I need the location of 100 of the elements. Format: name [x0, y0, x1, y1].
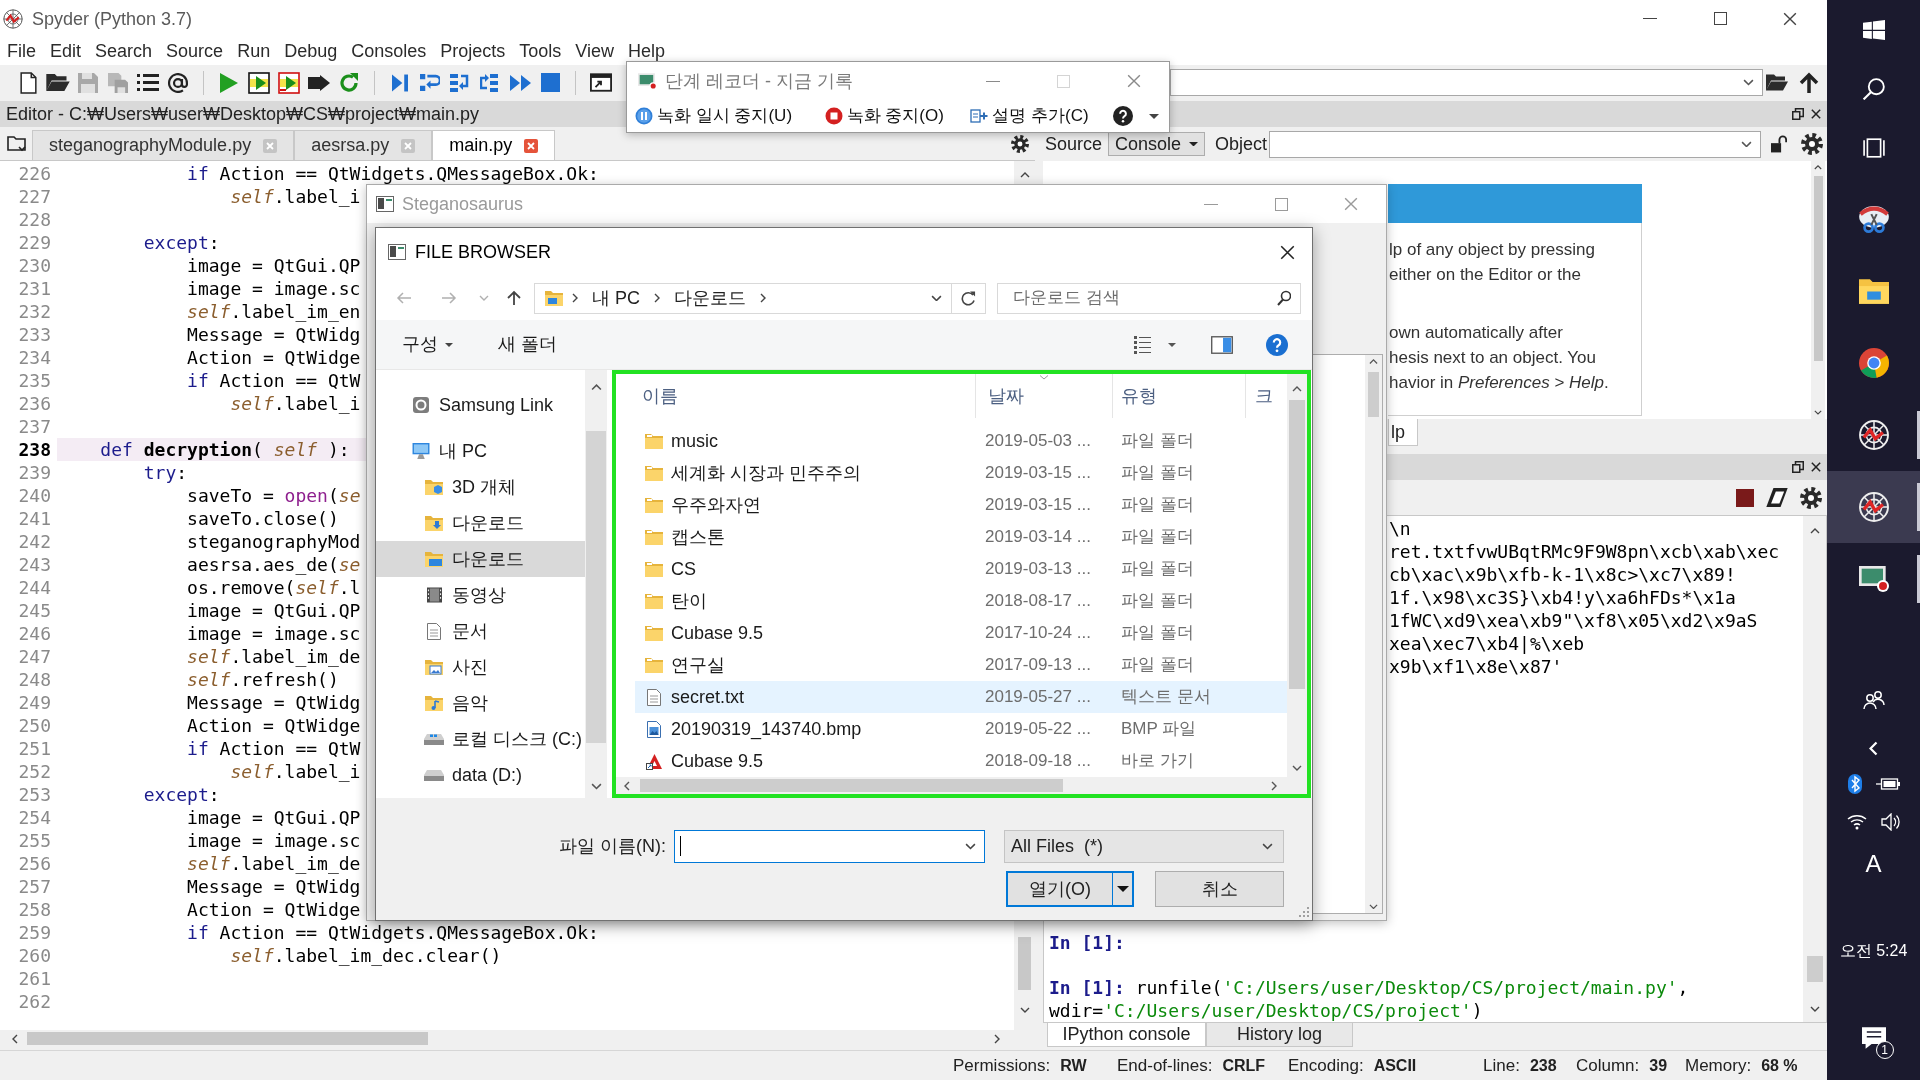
minimize-icon[interactable]: [986, 80, 1000, 82]
chevron-down-icon[interactable]: [590, 783, 602, 790]
rerun-icon[interactable]: [339, 73, 359, 92]
chevron-right-icon[interactable]: [572, 293, 578, 303]
pane-tab[interactable]: IPython console: [1047, 1023, 1206, 1047]
scrollbar-thumb[interactable]: [27, 1032, 428, 1045]
scrollbar-thumb[interactable]: [1813, 175, 1823, 361]
scrollbar-thumb[interactable]: [1368, 372, 1379, 418]
step-return-icon[interactable]: [480, 73, 500, 92]
scrollbar-thumb[interactable]: [1806, 956, 1823, 982]
cancel-button[interactable]: 취소: [1155, 871, 1284, 907]
scrollbar-thumb[interactable]: [1289, 400, 1305, 689]
nav-item[interactable]: 다운로드: [376, 541, 585, 577]
column-header[interactable]: 이름: [642, 382, 678, 410]
open-button[interactable]: 열기(O): [1006, 871, 1134, 907]
menu-item[interactable]: Consoles: [344, 41, 434, 61]
preview-pane-icon[interactable]: [1211, 335, 1233, 354]
help-icon[interactable]: [1113, 106, 1133, 126]
pane-tab[interactable]: History log: [1206, 1023, 1353, 1047]
file-row[interactable]: 우주와자연 2019-03-15 ... 파일 폴더: [635, 489, 1287, 521]
command-button[interactable]: 새 폴더: [498, 331, 557, 358]
column-header[interactable]: 날짜: [988, 382, 1024, 410]
nav-item[interactable]: 다운로드: [376, 505, 585, 541]
chevron-up-icon[interactable]: [1369, 359, 1378, 365]
menu-item[interactable]: File: [0, 41, 43, 61]
column-header[interactable]: 유형: [1121, 382, 1157, 410]
speaker-icon[interactable]: [1881, 813, 1900, 831]
file-row[interactable]: 캡스톤 2019-03-14 ... 파일 폴더: [635, 521, 1287, 553]
details-view-icon[interactable]: [1134, 335, 1151, 354]
battery-icon[interactable]: [1875, 778, 1900, 790]
close-icon[interactable]: [1783, 11, 1797, 26]
up-arrow-icon[interactable]: [507, 290, 521, 306]
menu-item[interactable]: Source: [159, 41, 231, 61]
debug-icon[interactable]: [392, 73, 408, 92]
bluetooth-icon[interactable]: [1847, 774, 1862, 794]
chevron-up-icon[interactable]: [1814, 165, 1822, 170]
source-dropdown[interactable]: Console: [1108, 132, 1206, 156]
breadcrumb-item[interactable]: 내 PC: [592, 284, 640, 312]
search-icon[interactable]: [1862, 77, 1885, 100]
file-row[interactable]: 연구실 2017-09-13 ... 파일 폴더: [635, 649, 1287, 681]
chevron-left-icon[interactable]: [12, 1033, 18, 1044]
open-lock-icon[interactable]: [1771, 135, 1787, 153]
file-row[interactable]: CS 2019-03-13 ... 파일 폴더: [635, 553, 1287, 585]
chevron-up-icon[interactable]: [590, 384, 602, 391]
chevron-down-icon[interactable]: [1369, 903, 1378, 909]
menu-item[interactable]: Help: [621, 41, 673, 61]
add-comment-button[interactable]: 설명 추가(C): [968, 103, 1113, 129]
nav-item[interactable]: 문서: [376, 613, 585, 649]
chevron-up-icon[interactable]: [1809, 528, 1820, 534]
nav-item[interactable]: 음악: [376, 685, 585, 721]
gear-icon[interactable]: [1800, 486, 1822, 509]
chevron-down-icon[interactable]: [1814, 410, 1822, 415]
menu-item[interactable]: Search: [88, 41, 160, 61]
stop-icon[interactable]: [1736, 488, 1754, 507]
run-icon[interactable]: [220, 72, 238, 93]
chevron-right-icon[interactable]: [994, 1033, 1000, 1044]
clock[interactable]: 오전 5:24: [1839, 939, 1908, 963]
search-icon[interactable]: [1277, 289, 1291, 306]
file-type-dropdown[interactable]: All Files (*): [1004, 830, 1284, 863]
menu-item[interactable]: Debug: [277, 41, 345, 61]
run-selection-icon[interactable]: [308, 74, 330, 91]
scrollbar-thumb[interactable]: [586, 430, 606, 743]
chevron-left-icon[interactable]: [624, 780, 630, 791]
scrollbar-thumb[interactable]: [640, 779, 1063, 792]
menu-item[interactable]: Run: [230, 41, 278, 61]
chevron-down-icon[interactable]: [965, 843, 976, 850]
pane-tab[interactable]: lp: [1388, 419, 1418, 446]
search-field[interactable]: 다운로드 검색: [997, 282, 1301, 314]
address-bar[interactable]: 내 PC 다운로드: [534, 282, 986, 314]
stop-recording-button[interactable]: 녹화 중지(O): [822, 103, 969, 129]
taskbar-button[interactable]: [1827, 471, 1920, 543]
gear-icon[interactable]: [1801, 133, 1823, 155]
maximize-pane-icon[interactable]: [590, 73, 612, 92]
nav-item[interactable]: Samsung Link: [376, 387, 585, 423]
step-into-icon[interactable]: [450, 73, 470, 92]
editor-tab[interactable]: main.py: [432, 130, 556, 160]
chevron-up-icon[interactable]: [1019, 172, 1030, 178]
file-row[interactable]: 20190319_143740.bmp 2019-05-22 ... BMP 파일: [635, 713, 1287, 745]
stop-icon[interactable]: [540, 73, 560, 92]
file-row[interactable]: secret.txt 2019-05-27 ... 텍스트 문서: [635, 681, 1287, 713]
task-view-icon[interactable]: [1862, 138, 1885, 158]
breadcrumb-item[interactable]: 다운로드: [674, 284, 746, 312]
chevron-down-icon[interactable]: [1809, 1006, 1820, 1012]
step-icon[interactable]: [420, 74, 440, 91]
open-folder-icon[interactable]: [1766, 74, 1788, 91]
run-cell-icon[interactable]: [248, 71, 270, 94]
chevron-down-icon[interactable]: [931, 294, 942, 302]
close-tab-icon[interactable]: [524, 138, 539, 153]
chevron-down-icon[interactable]: [1019, 1007, 1030, 1013]
new-file-icon[interactable]: [19, 71, 37, 94]
list-icon[interactable]: [137, 74, 159, 91]
column-header[interactable]: 크: [1255, 382, 1273, 410]
people-icon[interactable]: [1862, 690, 1885, 710]
nav-item[interactable]: data (D:): [376, 757, 585, 793]
continue-icon[interactable]: [509, 74, 531, 91]
wifi-icon[interactable]: [1847, 814, 1867, 830]
open-folder-icon[interactable]: [46, 74, 70, 91]
close-icon[interactable]: [1811, 109, 1821, 119]
dropdown-triangle-icon[interactable]: [1149, 113, 1159, 119]
chevron-up-icon[interactable]: [1292, 386, 1302, 392]
